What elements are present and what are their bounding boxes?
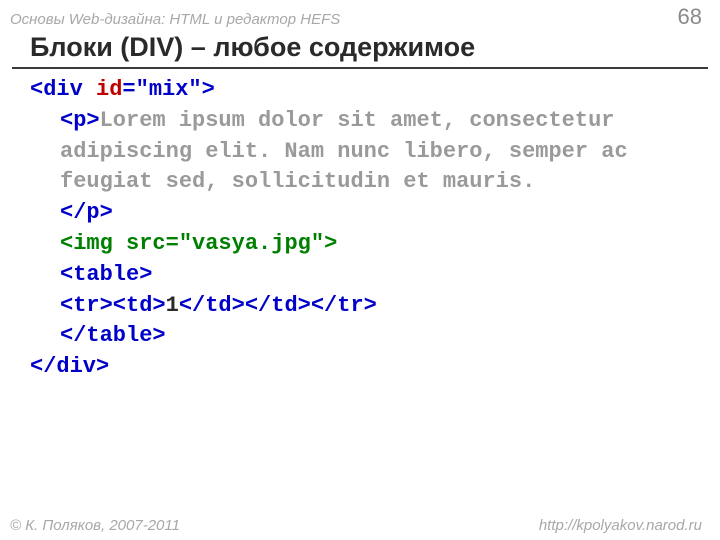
tag-close-bracket: > xyxy=(202,77,215,102)
slide-number: 68 xyxy=(678,4,702,30)
tag-p-open: <p> xyxy=(60,108,100,133)
tag-img-open: <img xyxy=(60,231,126,256)
copyright: © К. Поляков, 2007-2011 xyxy=(10,517,180,534)
attr-value: "mix" xyxy=(136,77,202,102)
tag-tr-td-open: <tr><td> xyxy=(60,293,166,318)
tag-table-close: </table> xyxy=(60,323,166,348)
tag-tr-td-close: </td></td></tr> xyxy=(179,293,377,318)
code-line: <tr><td>1</td></td></tr> xyxy=(30,291,640,322)
slide-title: Блоки (DIV) – любое содержимое xyxy=(0,30,720,65)
eq-sign: = xyxy=(122,77,135,102)
cell-value: 1 xyxy=(166,293,179,318)
img-attr-name: src xyxy=(126,231,166,256)
tag-p-close: </p> xyxy=(60,200,113,225)
code-line: </table> xyxy=(30,321,640,352)
slide-header: Основы Web-дизайна: HTML и редактор HEFS… xyxy=(0,0,720,30)
title-rule xyxy=(12,67,708,69)
course-title: Основы Web-дизайна: HTML и редактор HEFS xyxy=(10,11,340,28)
code-line: </p> xyxy=(30,198,640,229)
img-attr-value: "vasya.jpg" xyxy=(179,231,324,256)
footer-url: http://kpolyakov.narod.ru xyxy=(539,517,702,534)
eq-sign: = xyxy=(166,231,179,256)
code-line: </div> xyxy=(30,352,720,383)
code-block: <div id="mix"> <p>Lorem ipsum dolor sit … xyxy=(0,75,720,383)
attr-name: id xyxy=(96,77,122,102)
code-line: <img src="vasya.jpg"> xyxy=(30,229,640,260)
code-line: <div id="mix"> xyxy=(30,75,720,106)
tag-div-close: </div> xyxy=(30,354,109,379)
lorem-text: Lorem ipsum dolor sit amet, consectetur … xyxy=(60,108,641,195)
tag-div-open: <div xyxy=(30,77,96,102)
tag-close-bracket: > xyxy=(324,231,337,256)
slide-footer: © К. Поляков, 2007-2011 http://kpolyakov… xyxy=(0,517,720,534)
tag-table-open: <table> xyxy=(60,262,152,287)
code-line: <p>Lorem ipsum dolor sit amet, consectet… xyxy=(30,106,640,198)
code-line: <table> xyxy=(30,260,640,291)
